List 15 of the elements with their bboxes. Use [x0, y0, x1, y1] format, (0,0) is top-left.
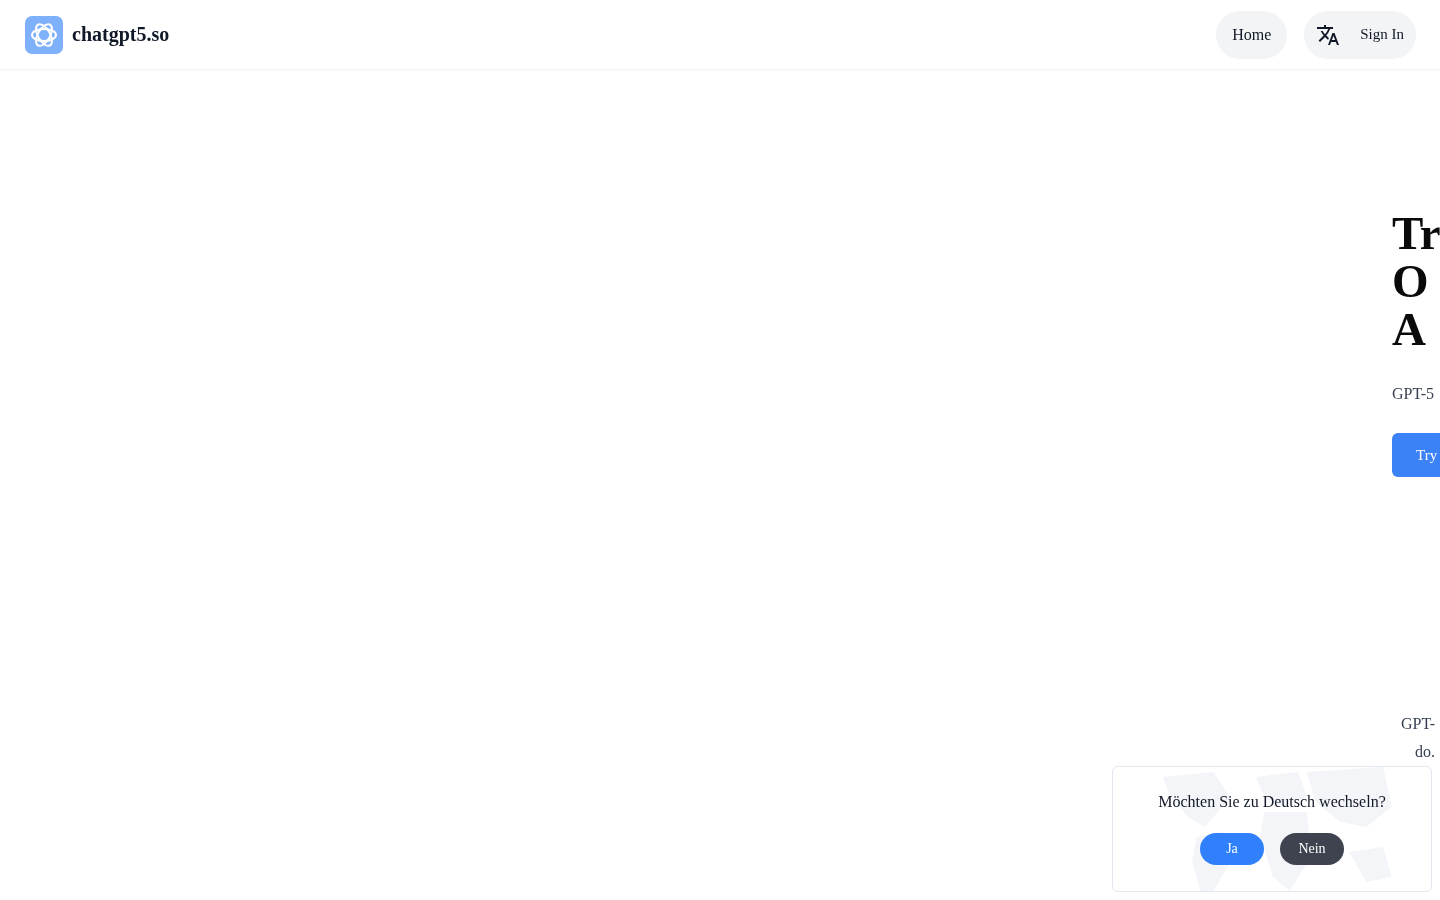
sign-in-link[interactable]: Sign In — [1360, 26, 1404, 43]
language-question: Möchten Sie zu Deutsch wechseln? — [1158, 793, 1386, 811]
hero-title-line: A — [1392, 305, 1426, 353]
section-text: GPT- — [1401, 714, 1436, 734]
section-text: do. — [1415, 742, 1435, 762]
home-link[interactable]: Home — [1216, 10, 1288, 59]
logo-icon — [25, 15, 63, 54]
translate-icon[interactable] — [1316, 22, 1341, 47]
hero-title-line: Tr — [1392, 209, 1440, 257]
brand-name[interactable]: chatgpt5.so — [72, 23, 170, 46]
yes-button[interactable]: Ja — [1200, 833, 1264, 865]
no-button[interactable]: Nein — [1280, 833, 1344, 865]
try-button[interactable]: Try — [1392, 433, 1440, 477]
hero-subtitle: GPT-5 — [1392, 385, 1435, 403]
hero-title-line: O — [1392, 257, 1429, 305]
